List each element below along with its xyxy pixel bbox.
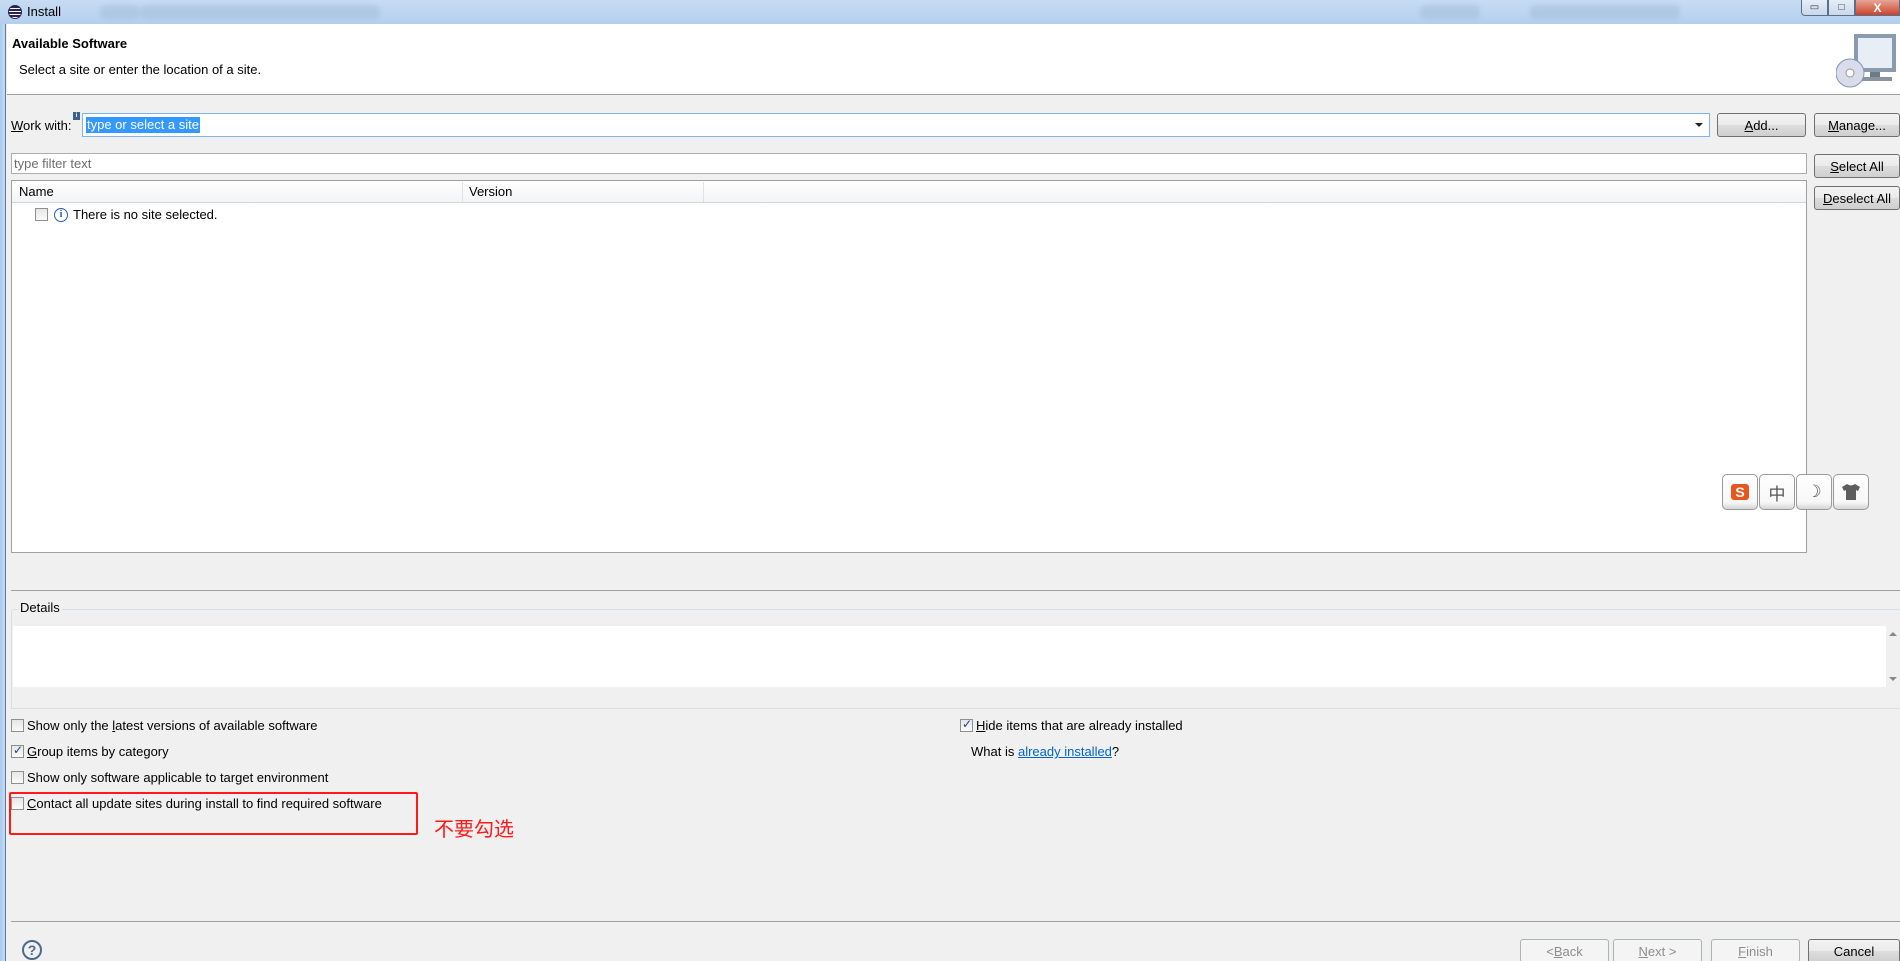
blurred-background — [1420, 5, 1480, 19]
software-tree-table[interactable]: Name Version i There is no site selected… — [11, 180, 1807, 553]
blurred-background — [140, 5, 380, 19]
help-button[interactable]: ? — [22, 940, 42, 960]
what-is-installed-text: What is already installed? — [971, 744, 1120, 759]
moon-icon: ☽ — [1806, 482, 1822, 501]
column-separator[interactable] — [703, 182, 704, 202]
add-button[interactable]: Add... — [1717, 113, 1806, 137]
annotation-highlight-box — [9, 792, 418, 835]
page-title: Available Software — [12, 36, 128, 51]
option-group-by-category[interactable]: Group items by category — [11, 743, 169, 759]
work-with-combo[interactable]: type or select a site — [82, 113, 1710, 137]
group-by-category-checkbox[interactable] — [11, 743, 24, 758]
already-installed-link[interactable]: already installed — [1018, 744, 1112, 759]
eclipse-icon — [8, 5, 22, 19]
target-environment-checkbox[interactable] — [11, 771, 24, 784]
target-environment-label: Show only software applicable to target … — [27, 770, 329, 785]
info-decoration-icon: i — [73, 112, 80, 120]
ime-sogou-button[interactable]: S — [1722, 474, 1758, 510]
table-row[interactable]: i There is no site selected. — [35, 207, 218, 222]
ime-chinese-mode-button[interactable]: 中 — [1759, 474, 1795, 510]
manage-button[interactable]: Manage... — [1814, 113, 1900, 137]
title-bar: Install ▭ □ X — [0, 0, 1900, 24]
next-button[interactable]: Next > — [1613, 939, 1702, 961]
tshirt-icon — [1842, 484, 1860, 500]
scroll-down-icon[interactable] — [1889, 677, 1897, 681]
chinese-mode-icon: 中 — [1768, 484, 1786, 504]
latest-versions-label: Show only the latest versions of availab… — [27, 718, 318, 733]
blurred-background — [1530, 5, 1680, 19]
page-description: Select a site or enter the location of a… — [19, 62, 262, 77]
work-with-label: Work with: — [11, 118, 72, 133]
filter-placeholder: type filter text — [14, 156, 92, 171]
close-icon: X — [1873, 0, 1882, 15]
chevron-down-icon[interactable] — [1695, 123, 1703, 127]
ime-night-mode-button[interactable]: ☽ — [1796, 474, 1832, 510]
window-title: Install — [27, 4, 61, 19]
filter-input[interactable]: type filter text — [11, 153, 1807, 174]
deselect-all-button[interactable]: Deselect All — [1814, 186, 1900, 210]
option-target-environment[interactable]: Show only software applicable to target … — [11, 770, 328, 785]
close-button[interactable]: X — [1855, 0, 1900, 16]
sogou-icon: S — [1731, 484, 1749, 500]
footer-separator — [11, 921, 1900, 922]
option-hide-installed[interactable]: Hide items that are already installed — [960, 717, 1183, 733]
scroll-up-icon[interactable] — [1889, 632, 1897, 636]
latest-versions-checkbox[interactable] — [11, 719, 24, 732]
group-by-category-label: Group items by category — [27, 744, 169, 759]
minimize-icon: ▭ — [1809, 2, 1820, 13]
details-label: Details — [18, 600, 62, 615]
ime-skin-button[interactable] — [1833, 474, 1869, 510]
hide-installed-label: Hide items that are already installed — [976, 718, 1183, 733]
window-frame-edge — [0, 24, 6, 961]
column-separator[interactable] — [462, 182, 463, 202]
annotation-text: 不要勾选 — [434, 819, 514, 841]
wizard-header: Available Software Select a site or ente… — [7, 24, 1900, 95]
finish-button[interactable]: Finish — [1711, 939, 1800, 961]
option-latest-versions[interactable]: Show only the latest versions of availab… — [11, 718, 318, 733]
maximize-button[interactable]: □ — [1828, 0, 1855, 16]
table-header: Name Version — [12, 181, 1806, 203]
details-textarea[interactable] — [13, 626, 1886, 687]
select-all-button[interactable]: Select All — [1814, 154, 1900, 178]
section-separator — [11, 590, 1900, 591]
hide-installed-checkbox[interactable] — [960, 717, 973, 732]
blurred-background — [100, 5, 140, 19]
row-checkbox[interactable] — [35, 208, 48, 221]
cancel-button[interactable]: Cancel — [1808, 939, 1900, 961]
back-button[interactable]: < Back — [1520, 939, 1609, 961]
info-icon: i — [54, 207, 68, 222]
column-header-version[interactable]: Version — [469, 184, 512, 199]
install-software-icon — [1836, 34, 1896, 88]
maximize-icon: □ — [1838, 2, 1845, 13]
minimize-button[interactable]: ▭ — [1801, 0, 1828, 16]
work-with-input[interactable]: type or select a site — [86, 117, 200, 133]
row-text: There is no site selected. — [73, 207, 218, 222]
help-icon: ? — [27, 942, 37, 958]
column-header-name[interactable]: Name — [19, 184, 54, 199]
details-scrollbar[interactable] — [1886, 626, 1900, 687]
